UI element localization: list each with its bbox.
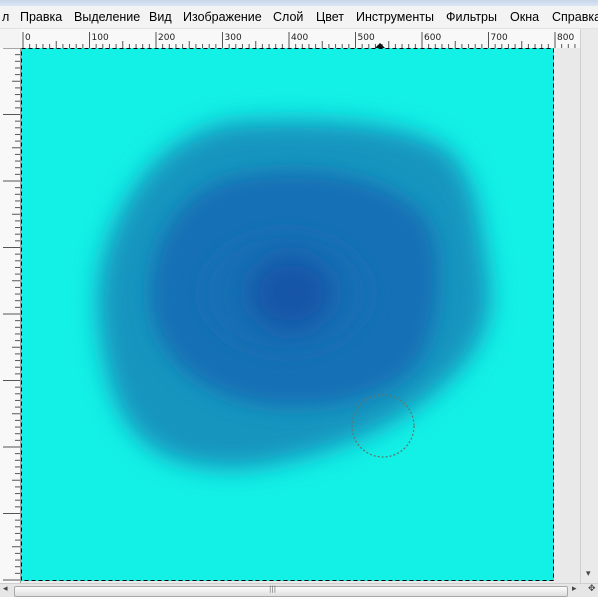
scroll-grip-icon: ||| <box>269 585 277 593</box>
ruler-label: 100 <box>92 33 109 43</box>
ruler-label: 700 <box>491 33 508 43</box>
ruler-label: 800 <box>557 33 574 43</box>
horizontal-ruler[interactable]: 0 100 200 300 400 500 600 700 800 <box>21 29 580 49</box>
ruler-label: 200 <box>158 33 175 43</box>
horizontal-scrollbar[interactable]: ◂ ||| ▸ ✥ <box>0 583 598 597</box>
vertical-ruler[interactable] <box>0 48 21 583</box>
canvas-area[interactable] <box>21 48 580 583</box>
scroll-left-arrow-icon[interactable]: ◂ <box>3 584 8 594</box>
ruler-label: 0 <box>25 33 31 43</box>
scroll-right-arrow-icon[interactable]: ▸ <box>572 584 577 594</box>
menu-layer[interactable]: Слой <box>273 10 303 24</box>
menu-filters[interactable]: Фильтры <box>446 10 497 24</box>
menu-tools[interactable]: Инструменты <box>356 10 434 24</box>
ruler-label: 400 <box>291 33 308 43</box>
horizontal-ruler-ticks: 0 100 200 300 400 500 600 700 800 <box>22 32 576 48</box>
ruler-label: 500 <box>358 33 375 43</box>
image-canvas[interactable] <box>21 48 580 583</box>
ruler-label: 300 <box>225 33 242 43</box>
blur-blob-core <box>249 255 333 331</box>
navigate-icon[interactable]: ✥ <box>588 584 596 594</box>
horizontal-scroll-thumb[interactable] <box>14 586 568 597</box>
menu-view[interactable]: Вид <box>149 10 172 24</box>
menu-bar: л Правка Выделение Вид Изображение Слой … <box>0 6 598 29</box>
menu-edit[interactable]: Правка <box>20 10 62 24</box>
ruler-corner[interactable] <box>0 29 22 49</box>
menu-windows[interactable]: Окна <box>510 10 539 24</box>
vertical-scrollbar[interactable]: ▾ <box>580 29 598 583</box>
menu-select[interactable]: Выделение <box>74 10 140 24</box>
menu-file[interactable]: л <box>2 10 9 24</box>
scroll-down-arrow-icon[interactable]: ▾ <box>586 569 591 579</box>
menu-help[interactable]: Справка <box>552 10 598 24</box>
vertical-ruler-ticks <box>3 48 20 581</box>
ruler-label: 600 <box>424 33 441 43</box>
menu-image[interactable]: Изображение <box>183 10 262 24</box>
menu-color[interactable]: Цвет <box>316 10 344 24</box>
